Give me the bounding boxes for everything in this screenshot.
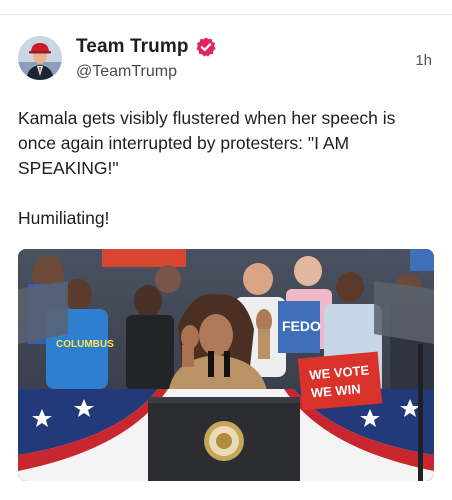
post-text-paragraph-2: Humiliating! <box>18 208 110 228</box>
avatar[interactable] <box>18 36 62 80</box>
handle[interactable]: @TeamTrump <box>76 63 217 81</box>
svg-text:FEDO: FEDO <box>282 318 321 334</box>
verified-badge-icon <box>195 36 217 58</box>
svg-text:COLUMBUS: COLUMBUS <box>56 339 114 350</box>
author-block: Team Trump @TeamTrump <box>76 36 217 81</box>
top-divider <box>0 14 452 15</box>
timestamp[interactable]: 1h <box>415 52 432 69</box>
post-text-paragraph-1: Kamala gets visibly flustered when her s… <box>18 108 396 178</box>
post-header: Team Trump @TeamTrump 1h <box>18 36 434 86</box>
display-name[interactable]: Team Trump <box>76 36 189 58</box>
post-text: Kamala gets visibly flustered when her s… <box>18 106 418 231</box>
post-media-image[interactable]: COLUMBUS FEDO WE VOTE WE WIN <box>18 249 434 481</box>
